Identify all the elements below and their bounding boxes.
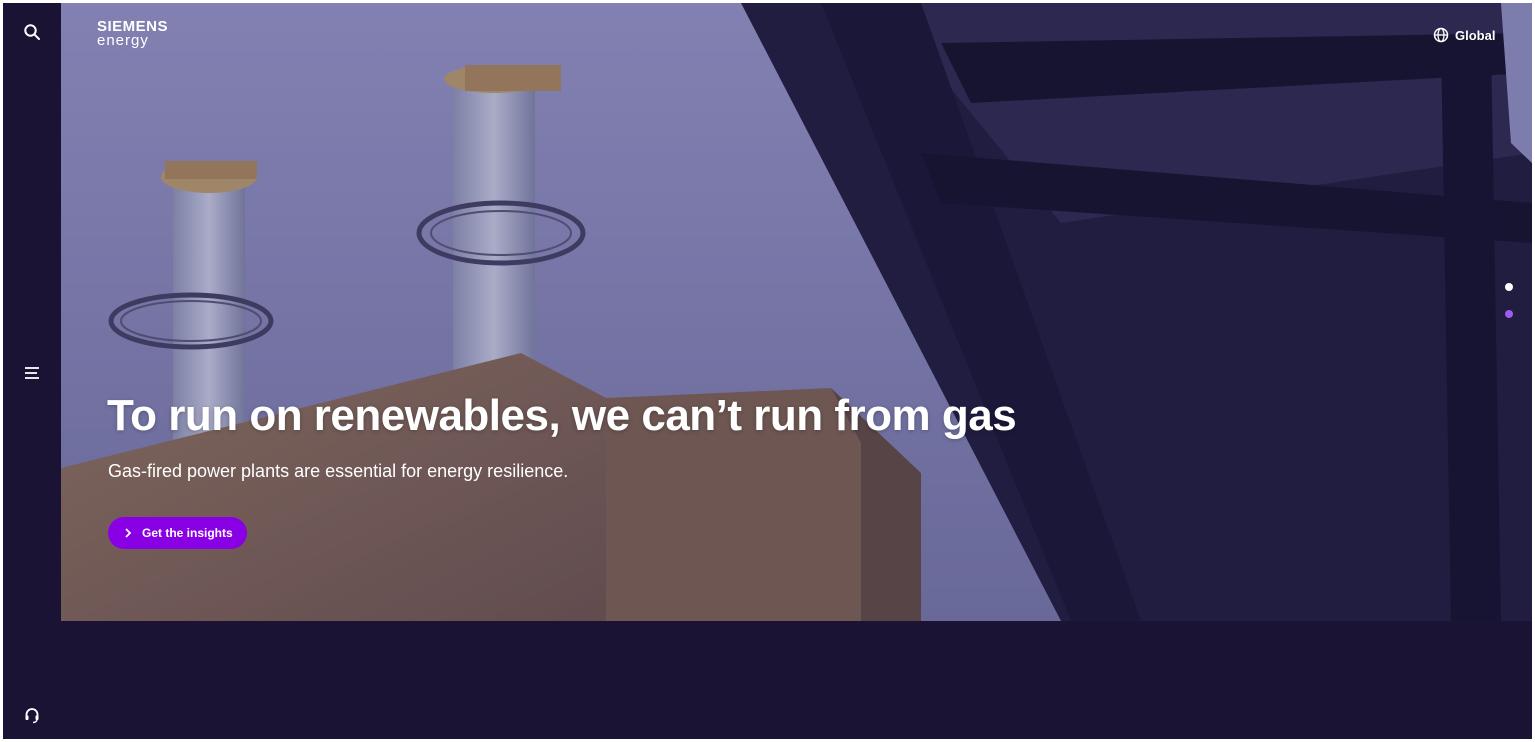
support-button[interactable] bbox=[17, 700, 47, 730]
headset-icon bbox=[25, 708, 39, 724]
left-rail bbox=[3, 3, 61, 739]
carousel-dot-2[interactable] bbox=[1505, 310, 1513, 318]
chevron-right-icon bbox=[125, 528, 132, 538]
get-insights-button[interactable]: Get the insights bbox=[108, 517, 247, 549]
carousel-pagination bbox=[1503, 283, 1515, 337]
menu-button[interactable] bbox=[17, 358, 47, 388]
region-selector[interactable]: Global bbox=[1433, 25, 1495, 45]
globe-icon bbox=[1433, 27, 1449, 43]
hero-headline: To run on renewables, we can’t run from … bbox=[107, 391, 1017, 440]
siemens-energy-logo[interactable]: SIEMENS energy bbox=[97, 19, 168, 48]
get-insights-label: Get the insights bbox=[142, 526, 233, 540]
carousel-dot-1[interactable] bbox=[1505, 283, 1513, 291]
logo-wordmark-bottom: energy bbox=[97, 32, 149, 49]
hero-banner: SIEMENS energy Global To run on renewabl… bbox=[61, 3, 1532, 621]
below-hero-section bbox=[61, 621, 1532, 739]
search-button[interactable] bbox=[17, 17, 47, 47]
hero-subheadline: Gas-fired power plants are essential for… bbox=[108, 461, 569, 481]
menu-icon bbox=[25, 367, 39, 379]
page-frame: SIEMENS energy Global To run on renewabl… bbox=[3, 3, 1532, 739]
region-label: Global bbox=[1455, 27, 1496, 43]
hero-background-image bbox=[61, 3, 1532, 621]
search-icon bbox=[24, 24, 40, 40]
